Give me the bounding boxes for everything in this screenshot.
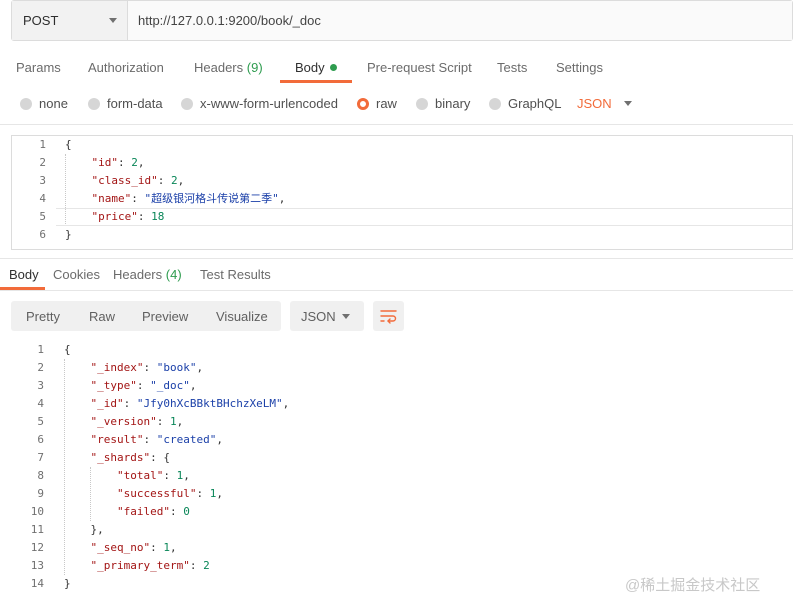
tab-headers[interactable]: Headers (9) — [194, 60, 263, 75]
radio-x-www-form-urlencoded[interactable]: x-www-form-urlencoded — [181, 96, 338, 111]
body-indicator-dot-icon — [329, 64, 337, 71]
radio-circle-icon — [20, 97, 32, 110]
divider — [0, 290, 793, 291]
chevron-down-icon — [624, 101, 632, 106]
radio-selected-icon — [357, 97, 369, 110]
view-pretty-button[interactable]: Pretty — [26, 309, 60, 324]
headers-count: (9) — [246, 60, 263, 75]
view-visualize-button[interactable]: Visualize — [216, 309, 268, 324]
response-format-select[interactable]: JSON — [290, 301, 364, 331]
request-body-editor[interactable]: 1{ 2 "id": 2, 3 "class_id": 2, 4 "name":… — [11, 135, 793, 250]
response-tab-cookies[interactable]: Cookies — [53, 267, 100, 282]
wrap-lines-icon — [380, 310, 397, 324]
wrap-lines-button[interactable] — [373, 301, 404, 331]
watermark: @稀土掘金技术社区 — [625, 577, 761, 594]
method-label: POST — [23, 13, 59, 28]
tab-pre-request-script[interactable]: Pre-request Script — [367, 60, 472, 75]
chevron-down-icon — [109, 18, 117, 23]
radio-raw[interactable]: raw — [357, 96, 397, 111]
request-url-bar: POST http://127.0.0.1:9200/book/_doc — [11, 0, 793, 41]
radio-circle-icon — [181, 97, 193, 110]
response-body-viewer[interactable]: 1{ 2 "_index": "book", 3 "_type": "_doc"… — [0, 341, 793, 601]
response-headers-count: (4) — [165, 267, 182, 282]
response-tab-test-results[interactable]: Test Results — [200, 267, 271, 282]
view-preview-button[interactable]: Preview — [142, 309, 188, 324]
radio-binary[interactable]: binary — [416, 96, 470, 111]
radio-form-data[interactable]: form-data — [88, 96, 163, 111]
divider — [0, 258, 793, 259]
tab-body[interactable]: Body — [295, 60, 337, 75]
response-tab-body[interactable]: Body — [9, 267, 39, 282]
method-select[interactable]: POST — [12, 1, 128, 40]
radio-circle-icon — [489, 97, 501, 110]
view-raw-button[interactable]: Raw — [89, 309, 115, 324]
body-format-select[interactable]: JSON — [577, 96, 632, 111]
url-text: http://127.0.0.1:9200/book/_doc — [138, 13, 321, 28]
tab-params[interactable]: Params — [16, 60, 61, 75]
radio-circle-icon — [88, 97, 100, 110]
response-tab-headers[interactable]: Headers (4) — [113, 267, 182, 282]
active-tab-underline — [280, 80, 352, 83]
response-view-toggle: Pretty Raw Preview Visualize — [11, 301, 281, 331]
radio-none[interactable]: none — [20, 96, 68, 111]
radio-circle-icon — [416, 97, 428, 110]
radio-graphql[interactable]: GraphQL — [489, 96, 561, 111]
tab-tests[interactable]: Tests — [497, 60, 527, 75]
url-input[interactable]: http://127.0.0.1:9200/book/_doc — [128, 1, 792, 40]
tab-settings[interactable]: Settings — [556, 60, 603, 75]
chevron-down-icon — [342, 314, 350, 319]
divider — [0, 124, 793, 125]
tab-authorization[interactable]: Authorization — [88, 60, 164, 75]
